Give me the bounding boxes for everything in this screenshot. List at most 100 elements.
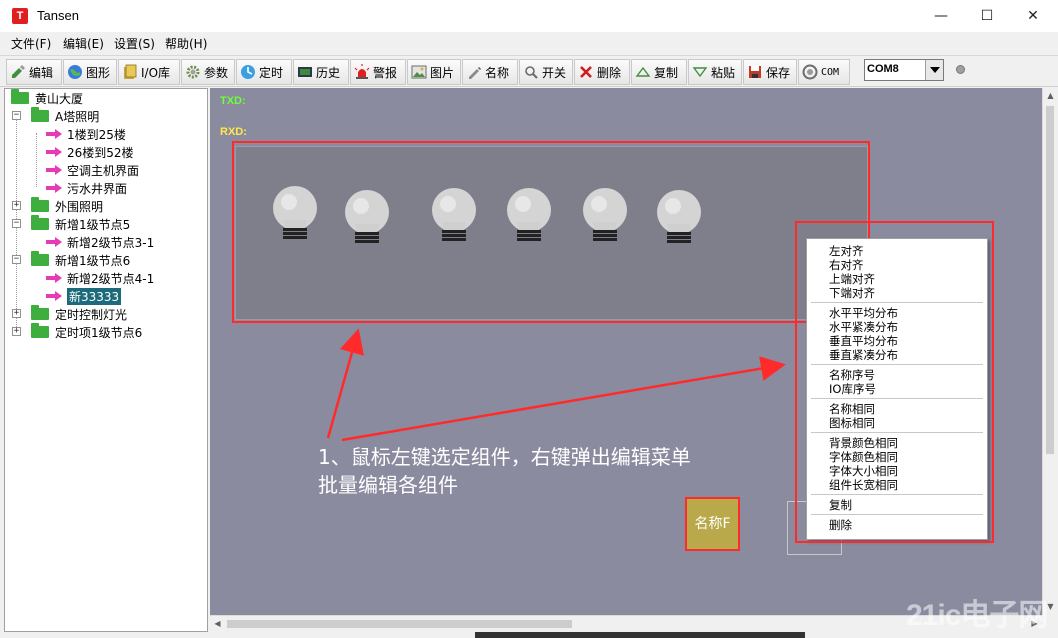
folder-icon [31, 197, 49, 212]
delete-icon [580, 66, 592, 78]
window-title: Tansen [37, 8, 79, 23]
maximize-button[interactable]: ☐ [964, 0, 1010, 32]
folder-icon [31, 305, 49, 320]
picture-icon [411, 65, 427, 79]
edit-icon [12, 65, 25, 78]
taskbar-fragment [475, 632, 805, 638]
scroll-left-icon[interactable]: ◀ [210, 616, 225, 631]
toolbar-label: 参数 [204, 65, 229, 80]
tree-node[interactable]: 定时项1级节点6 [31, 323, 142, 341]
menu-settings[interactable]: 设置(S) [114, 35, 155, 52]
scroll-up-icon[interactable]: ▲ [1043, 88, 1058, 103]
tree-node[interactable]: 1楼到25楼 [45, 125, 126, 143]
toolbar-label: 图形 [86, 65, 111, 80]
toolbar-paste-button[interactable]: 粘贴 [688, 59, 742, 85]
tree-node-label: 空调主机界面 [67, 163, 140, 178]
tree-node[interactable]: 新增1级节点5 [31, 215, 130, 233]
toolbar-copy-button[interactable]: 复制 [631, 59, 687, 85]
toolbar-graphic-button[interactable]: 图形 [63, 59, 117, 85]
folder-icon [31, 323, 49, 338]
tree-node-label: 26楼到52楼 [67, 145, 134, 160]
collapse-icon[interactable]: − [12, 219, 21, 228]
expand-icon[interactable]: + [12, 327, 21, 336]
tree-node-label: 定时控制灯光 [55, 307, 128, 322]
vertical-scrollbar[interactable]: ▲ ▼ [1042, 88, 1057, 615]
folder-open-icon [31, 107, 49, 122]
app-window: T Tansen — ☐ ✕ 文件(F) 编辑(E) 设置(S) 帮助(H) 编… [0, 0, 1058, 638]
toolbar-switch-button[interactable]: 开关 [519, 59, 573, 85]
tree-node-label: 新增1级节点5 [55, 217, 131, 232]
horizontal-scroll-thumb[interactable] [227, 620, 572, 628]
menu-help[interactable]: 帮助(H) [165, 35, 207, 52]
toolbar-picture-button[interactable]: 图片 [407, 59, 461, 85]
page-arrow-icon [46, 291, 62, 301]
tree-node[interactable]: 黄山大厦 [11, 89, 83, 107]
toolbar-delete-button[interactable]: 删除 [574, 59, 630, 85]
annotation-line: 批量编辑各组件 [318, 473, 458, 497]
toolbar-io-button[interactable]: I/O库 [118, 59, 180, 85]
page-arrow-icon [46, 129, 62, 139]
alarm-icon [354, 64, 370, 79]
expand-icon[interactable]: + [12, 309, 21, 318]
tree-node[interactable]: 外围照明 [31, 197, 103, 215]
annotation-line: 1、鼠标左键选定组件，右键弹出编辑菜单 [318, 445, 691, 469]
toolbar-alarm-button[interactable]: 警报 [350, 59, 406, 85]
tree-node[interactable]: 新增2级节点3-1 [45, 233, 154, 251]
toolbar-com-button[interactable]: COM [798, 59, 850, 85]
tree-node[interactable]: A塔照明 [31, 107, 99, 125]
toolbar-label: COM [821, 66, 840, 78]
toolbar-timer-button[interactable]: 定时 [236, 59, 292, 85]
toolbar-label: 警报 [373, 65, 398, 80]
toolbar-history-button[interactable]: 历史 [293, 59, 349, 85]
toolbar-label: 历史 [316, 65, 341, 80]
chevron-down-icon[interactable] [925, 60, 943, 80]
toolbar-label: 定时 [259, 65, 284, 80]
tree-node[interactable]: 新增2级节点4-1 [45, 269, 154, 287]
toolbar-label: 删除 [597, 65, 622, 80]
name-component[interactable]: 名称F [685, 497, 740, 551]
folder-open-icon [11, 89, 29, 104]
com-icon [802, 64, 818, 80]
menu-bar: 文件(F) 编辑(E) 设置(S) 帮助(H) [0, 32, 1058, 54]
save-icon [749, 66, 761, 78]
collapse-icon[interactable]: − [12, 111, 21, 120]
tree-node-label: A塔照明 [55, 109, 100, 124]
toolbar-label: 编辑 [29, 65, 54, 80]
toolbar-label: 粘贴 [711, 65, 736, 80]
com-port-select[interactable]: COM8 [864, 59, 944, 81]
close-button[interactable]: ✕ [1010, 0, 1056, 32]
tree-node-selected[interactable]: 新33333 [45, 287, 122, 305]
minimize-button[interactable]: — [918, 0, 964, 32]
annotation-text: 1、鼠标左键选定组件，右键弹出编辑菜单 批量编辑各组件 [318, 443, 691, 499]
tree-node-label: 外围照明 [55, 199, 104, 214]
folder-open-icon [31, 215, 49, 230]
com-port-value: COM8 [867, 63, 899, 75]
tree-node[interactable]: 26楼到52楼 [45, 143, 134, 161]
connection-status-icon [956, 65, 965, 74]
tree-node[interactable]: 定时控制灯光 [31, 305, 127, 323]
collapse-icon[interactable]: − [12, 255, 21, 264]
watermark-logo: 21ic电子网 [906, 599, 1048, 632]
expand-icon[interactable]: + [12, 201, 21, 210]
pencil-icon [469, 67, 481, 79]
tree-node-label: 新33333 [67, 287, 122, 305]
tree-node-label: 黄山大厦 [35, 91, 84, 106]
timer-icon [241, 65, 255, 79]
title-bar: T Tansen — ☐ ✕ [0, 0, 1058, 32]
menu-file[interactable]: 文件(F) [11, 35, 51, 52]
page-arrow-icon [46, 273, 62, 283]
menu-edit[interactable]: 编辑(E) [63, 35, 104, 52]
tree-node[interactable]: 新增1级节点6 [31, 251, 130, 269]
page-arrow-icon [46, 183, 62, 193]
tree-node-label: 1楼到25楼 [67, 127, 126, 142]
tree-node-label: 新增1级节点6 [55, 253, 131, 268]
gear-icon [186, 65, 200, 79]
toolbar-edit-button[interactable]: 编辑 [6, 59, 62, 85]
toolbar-label: 保存 [766, 65, 791, 80]
toolbar-save-button[interactable]: 保存 [743, 59, 797, 85]
toolbar-params-button[interactable]: 参数 [181, 59, 235, 85]
tree-node[interactable]: 污水井界面 [45, 179, 127, 197]
toolbar-name-button[interactable]: 名称 [462, 59, 518, 85]
tree-node[interactable]: 空调主机界面 [45, 161, 139, 179]
vertical-scroll-thumb[interactable] [1046, 106, 1054, 454]
